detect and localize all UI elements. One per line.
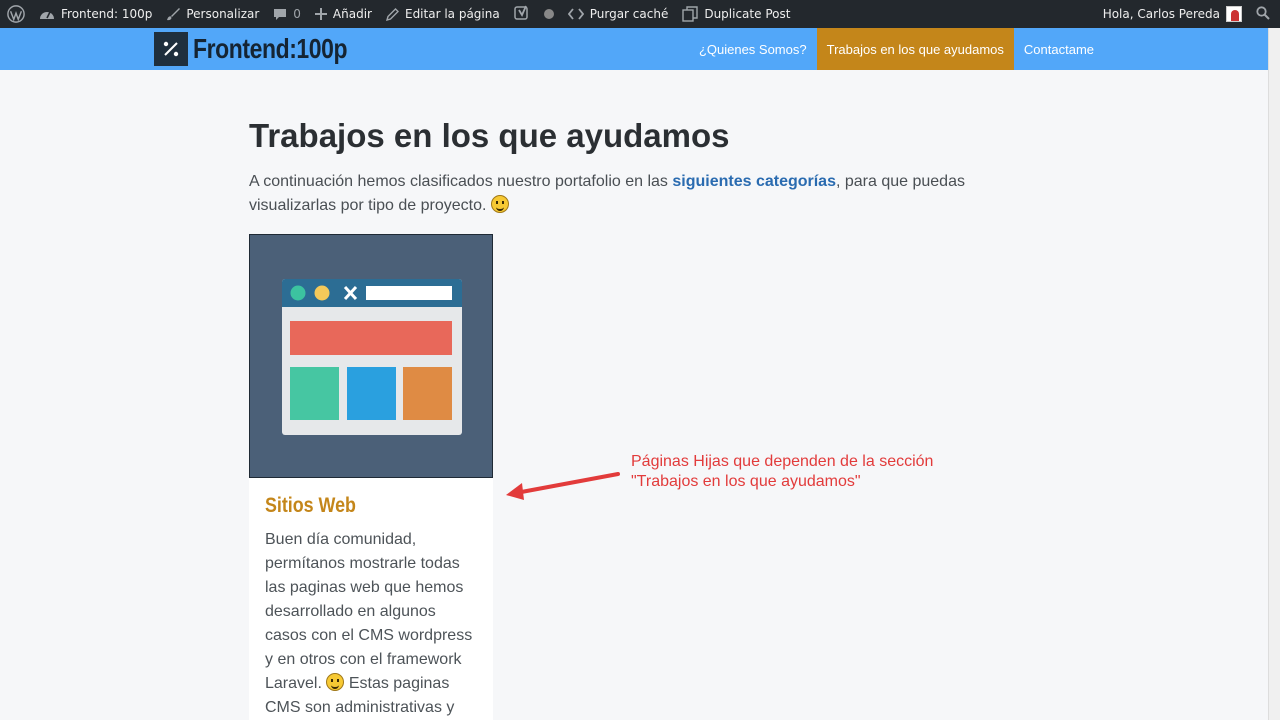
child-page-card[interactable]: Sitios Web Buen día comunidad, permítano… [249, 234, 493, 720]
nav-item-quienes-somos[interactable]: ¿Quienes Somos? [689, 28, 817, 70]
logo-text: Frontend:100p [193, 33, 348, 64]
page-scrollbar[interactable] [1268, 28, 1280, 720]
intro-text-before: A continuación hemos clasificados nuestr… [249, 173, 673, 190]
purge-cache-label: Purgar caché [589, 7, 669, 21]
annotation-line-1: Páginas Hijas que dependen de la sección [631, 453, 934, 470]
my-account-link[interactable]: Hola, Carlos Pereda [1096, 0, 1249, 28]
dashboard-icon [39, 7, 55, 21]
smiling-emoji-icon [326, 673, 345, 691]
card-title[interactable]: Sitios Web [265, 494, 445, 518]
nav-item-trabajos[interactable]: Trabajos en los que ayudamos [816, 28, 1014, 70]
code-brackets-icon [567, 8, 584, 20]
site-name-label: Frontend: 100p [61, 7, 153, 21]
main-nav: ¿Quienes Somos? Trabajos en los que ayud… [689, 28, 1104, 70]
nav-item-contactame[interactable]: Contactame [1014, 28, 1104, 70]
status-dot-icon [543, 9, 554, 19]
pencil-icon [385, 7, 399, 21]
site-header: Frontend:100p ¿Quienes Somos? Trabajos e… [0, 28, 1268, 70]
comment-icon [273, 7, 287, 21]
percent-logo-icon [163, 41, 179, 57]
duplicate-post-label: Duplicate Post [704, 7, 791, 21]
brush-icon [166, 7, 181, 21]
annotation-line-2: "Trabajos en los que ayudamos" [631, 473, 861, 490]
add-new-link[interactable]: Añadir [308, 0, 379, 28]
avatar [1226, 6, 1242, 22]
greeting-label: Hola, Carlos Pereda [1102, 7, 1220, 21]
yoast-seo-menu[interactable] [507, 0, 537, 28]
page-title: Trabajos en los que ayudamos [249, 117, 730, 154]
grinning-emoji-icon [490, 195, 509, 213]
card-excerpt-part1: Buen día comunidad, permítanos mostrarle… [265, 531, 473, 692]
comments-count: 0 [293, 7, 301, 21]
card-body: Sitios Web Buen día comunidad, permítano… [249, 478, 493, 720]
purge-cache-link[interactable]: Purgar caché [561, 0, 676, 28]
add-new-label: Añadir [332, 7, 372, 21]
admin-search-button[interactable] [1249, 0, 1280, 28]
search-icon [1256, 5, 1270, 23]
duplicate-post-link[interactable]: Duplicate Post [675, 0, 797, 28]
duplicate-icon [682, 6, 699, 22]
card-image[interactable] [249, 234, 493, 478]
wordpress-logo-button[interactable] [0, 0, 32, 28]
intro-paragraph: A continuación hemos clasificados nuestr… [249, 170, 1009, 218]
website-illustration-icon [282, 279, 462, 435]
comments-link[interactable]: 0 [266, 0, 308, 28]
wordpress-icon [7, 5, 25, 23]
site-logo[interactable]: Frontend:100p [154, 32, 381, 66]
main-content: Trabajos en los que ayudamos A continuac… [249, 116, 1009, 218]
categories-link[interactable]: siguientes categorías [672, 173, 836, 190]
seo-status-indicator[interactable] [537, 0, 561, 28]
annotation-text: Páginas Hijas que dependen de la sección… [631, 452, 933, 492]
yoast-icon [513, 5, 530, 24]
edit-page-label: Editar la página [404, 7, 500, 21]
admin-bar: Frontend: 100p Personalizar 0 Añadir Edi… [0, 0, 1280, 28]
customize-link[interactable]: Personalizar [159, 0, 266, 28]
plus-icon [314, 8, 327, 20]
customize-label: Personalizar [186, 7, 260, 21]
site-name-link[interactable]: Frontend: 100p [32, 0, 159, 28]
edit-page-link[interactable]: Editar la página [379, 0, 507, 28]
annotation-arrow-icon [506, 472, 620, 500]
logo-mark [154, 32, 188, 66]
card-excerpt: Buen día comunidad, permítanos mostrarle… [265, 528, 477, 720]
